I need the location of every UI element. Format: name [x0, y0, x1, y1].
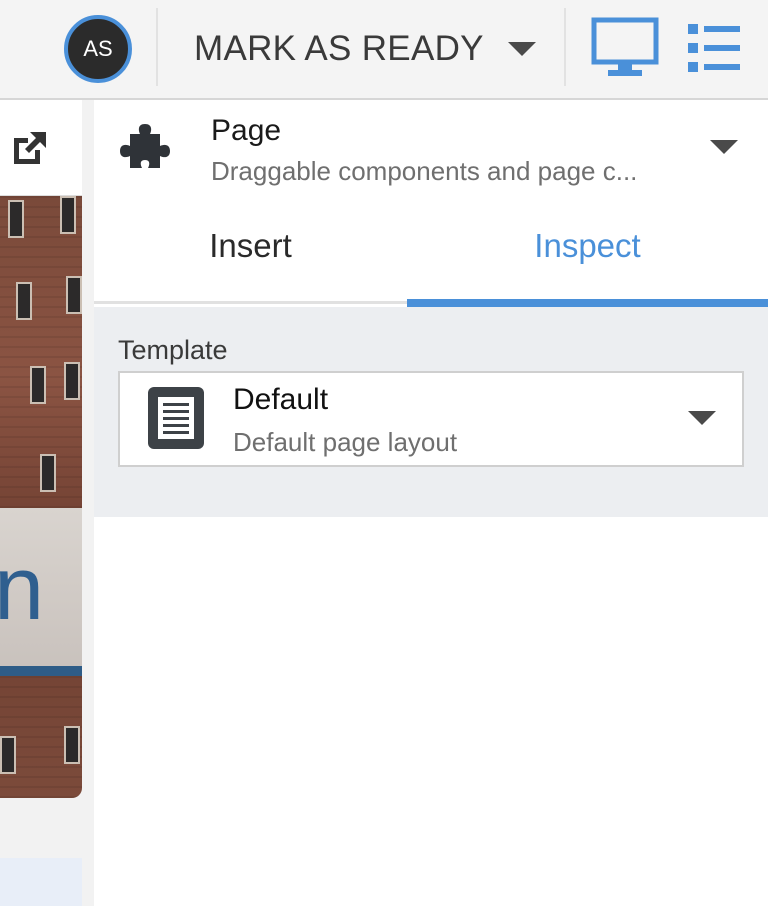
preview-footer — [0, 858, 82, 906]
template-description: Default page layout — [233, 427, 458, 457]
open-external-icon — [14, 132, 46, 164]
template-select[interactable]: Default Default page layout — [118, 371, 744, 467]
component-header[interactable]: Page Draggable components and page c... — [94, 100, 768, 196]
panel-tabs: Insert Inspect — [94, 196, 768, 307]
template-label: Template — [118, 335, 228, 365]
avatar[interactable]: AS — [64, 15, 132, 83]
list-icon — [688, 24, 740, 72]
divider — [156, 8, 158, 86]
desktop-preview-button[interactable] — [590, 16, 660, 82]
component-description: Draggable components and page c... — [211, 156, 638, 186]
chevron-down-icon — [688, 411, 716, 425]
open-in-new-window-button[interactable] — [10, 128, 50, 168]
document-icon — [148, 387, 204, 449]
mark-as-ready-label: MARK AS READY — [194, 29, 484, 68]
chevron-down-icon[interactable] — [710, 140, 738, 154]
preview-image: n — [0, 196, 82, 798]
divider — [564, 8, 566, 86]
top-bar: AS MARK AS READY — [0, 0, 768, 100]
tab-inspect-label: Inspect — [534, 227, 641, 264]
tab-insert[interactable]: Insert — [94, 196, 407, 304]
template-name: Default — [233, 383, 329, 416]
preview-banner: n — [0, 508, 82, 668]
puzzle-icon — [120, 124, 170, 168]
inspect-section: Template Default Default page layout — [94, 307, 768, 517]
tab-inspect[interactable]: Inspect — [407, 196, 768, 307]
chevron-down-icon[interactable] — [508, 42, 536, 56]
inspector-panel: Page Draggable components and page c... … — [94, 100, 768, 906]
banner-underline — [0, 666, 82, 676]
active-tab-indicator — [407, 299, 768, 307]
mark-as-ready-button[interactable]: MARK AS READY — [172, 0, 552, 98]
monitor-icon — [591, 17, 659, 76]
component-title: Page — [211, 114, 282, 147]
preview-toolbar — [0, 100, 82, 196]
page-preview: n — [0, 100, 82, 906]
banner-text: n — [0, 539, 45, 639]
outline-view-button[interactable] — [686, 20, 742, 76]
